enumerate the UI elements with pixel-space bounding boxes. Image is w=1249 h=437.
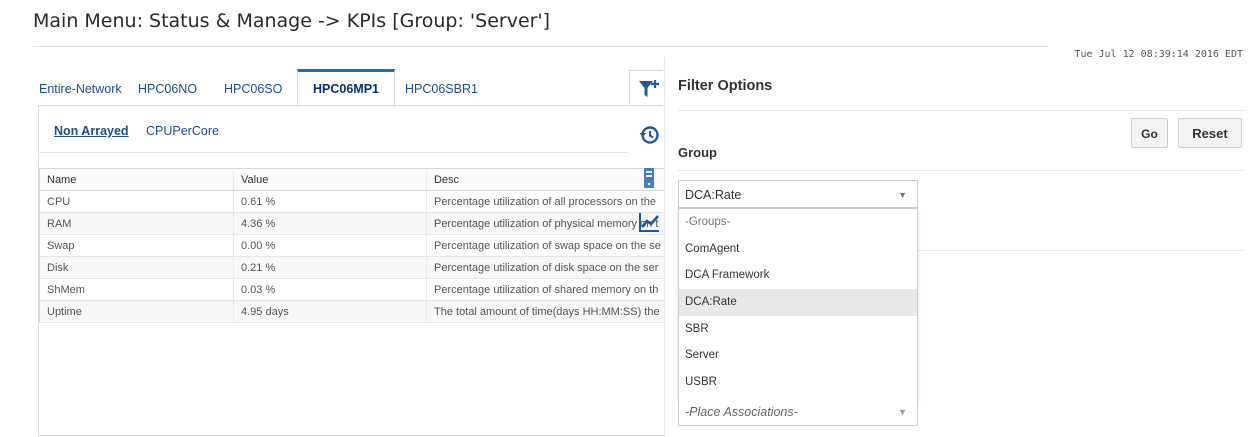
table-row[interactable]: CPU 0.61 % Percentage utilization of all…	[39, 190, 666, 213]
table-row[interactable]: Disk 0.21 % Percentage utilization of di…	[39, 256, 666, 279]
associations-placeholder: -Place Associations-	[685, 405, 798, 419]
cell-desc: Percentage utilization of swap space on …	[426, 234, 666, 257]
chart-icon[interactable]	[638, 211, 660, 233]
table-bottom-border	[39, 435, 665, 436]
cell-value: 0.61 %	[233, 190, 427, 213]
group-divider	[678, 170, 1243, 171]
cell-value: 4.36 %	[233, 212, 427, 235]
dropdown-option-highlighted[interactable]: DCA:Rate	[679, 289, 917, 316]
associations-select[interactable]: -Place Associations- ▼	[678, 398, 918, 426]
chevron-down-icon: ▼	[898, 190, 907, 200]
cell-name: Swap	[39, 234, 234, 257]
title-divider	[33, 46, 1048, 47]
server-tabs: Entire-Network HPC06NO HPC06SO HPC06MP1 …	[38, 69, 628, 107]
history-icon[interactable]	[638, 124, 660, 146]
server-icon[interactable]	[638, 167, 660, 189]
filter-title: Filter Options	[678, 78, 773, 94]
section-divider	[916, 250, 1243, 251]
group-dropdown: -Groups- ComAgent DCA Framework DCA:Rate…	[678, 208, 918, 400]
tab-hpc06no[interactable]: HPC06NO	[138, 70, 197, 104]
subtab-cpupercore[interactable]: CPUPerCore	[146, 124, 219, 138]
dropdown-option[interactable]: Server	[679, 342, 917, 369]
cell-value: 0.21 %	[233, 256, 427, 279]
cell-desc: Percentage utilization of disk space on …	[426, 256, 666, 279]
cell-desc: The total amount of time(days HH:MM:SS) …	[426, 300, 666, 323]
filter-add-icon[interactable]	[638, 78, 660, 100]
table-header-row: Name Value Desc	[39, 168, 666, 191]
cell-value: 0.00 %	[233, 234, 427, 257]
cell-name: CPU	[39, 190, 234, 213]
dropdown-option[interactable]: DCA Framework	[679, 262, 917, 289]
cell-name: Disk	[39, 256, 234, 279]
chevron-down-icon: ▼	[898, 407, 907, 417]
cell-name: Uptime	[39, 300, 234, 323]
dropdown-option[interactable]: ComAgent	[679, 236, 917, 263]
filter-divider	[678, 110, 1243, 111]
subtab-non-arrayed[interactable]: Non Arrayed	[54, 124, 129, 138]
column-header-name[interactable]: Name	[39, 168, 234, 191]
tab-entire-network[interactable]: Entire-Network	[39, 70, 122, 104]
cell-name: RAM	[39, 212, 234, 235]
tab-hpc06so[interactable]: HPC06SO	[224, 70, 282, 104]
column-header-desc[interactable]: Desc	[426, 168, 666, 191]
group-label: Group	[678, 145, 717, 160]
group-select-value: DCA:Rate	[685, 188, 742, 202]
column-header-value[interactable]: Value	[233, 168, 427, 191]
subtab-divider	[38, 152, 628, 153]
tab-hpc06sbr1[interactable]: HPC06SBR1	[405, 70, 478, 104]
cell-value: 0.03 %	[233, 278, 427, 301]
group-select[interactable]: DCA:Rate ▼	[678, 180, 918, 208]
cell-desc: Percentage utilization of all processors…	[426, 190, 666, 213]
cell-desc: Percentage utilization of physical memor…	[426, 212, 666, 235]
table-row[interactable]: Swap 0.00 % Percentage utilization of sw…	[39, 234, 666, 257]
page-title: Main Menu: Status & Manage -> KPIs [Grou…	[33, 10, 551, 32]
cell-value: 4.95 days	[233, 300, 427, 323]
go-button[interactable]: Go	[1131, 118, 1168, 148]
table-row[interactable]: RAM 4.36 % Percentage utilization of phy…	[39, 212, 666, 235]
table-row[interactable]: Uptime 4.95 days The total amount of tim…	[39, 300, 666, 323]
cell-desc: Percentage utilization of shared memory …	[426, 278, 666, 301]
table-row[interactable]: ShMem 0.03 % Percentage utilization of s…	[39, 278, 666, 301]
dropdown-option[interactable]: SBR	[679, 316, 917, 343]
tab-hpc06mp1[interactable]: HPC06MP1	[297, 69, 395, 107]
dropdown-option[interactable]: USBR	[679, 369, 917, 396]
kpi-table: Name Value Desc CPU 0.61 % Percentage ut…	[39, 168, 666, 323]
reset-button[interactable]: Reset	[1178, 118, 1242, 148]
cell-name: ShMem	[39, 278, 234, 301]
dropdown-option-placeholder[interactable]: -Groups-	[679, 209, 917, 236]
